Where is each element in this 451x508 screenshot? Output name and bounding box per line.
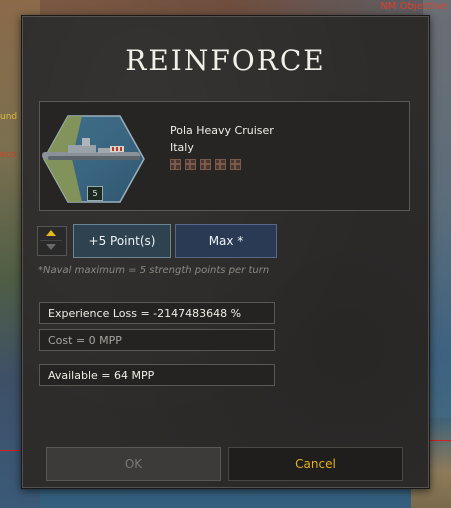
dialog-title: REINFORCE	[125, 44, 326, 77]
front-line	[428, 440, 451, 441]
experience-pips	[170, 159, 241, 170]
experience-pip-icon	[185, 159, 196, 170]
front-line	[0, 450, 22, 451]
experience-pip-icon	[170, 159, 181, 170]
points-stepper[interactable]	[37, 226, 67, 256]
reinforce-dialog: REINFORCE 5 Pola Heavy Cruiser Italy +5 …	[21, 15, 430, 489]
cancel-button[interactable]: Cancel	[228, 447, 403, 481]
available-field: Available = 64 MPP	[39, 364, 275, 386]
arrow-up-icon[interactable]	[46, 230, 56, 236]
experience-pip-icon	[230, 159, 241, 170]
strength-badge: 5	[87, 186, 103, 201]
points-button[interactable]: +5 Point(s)	[73, 224, 171, 258]
map-label-fragment: und	[0, 112, 18, 122]
unit-name: Pola Heavy Cruiser	[170, 124, 274, 137]
ok-button[interactable]: OK	[46, 447, 221, 481]
experience-loss-field: Experience Loss = -2147483648 %	[39, 302, 275, 324]
experience-pip-icon	[215, 159, 226, 170]
max-button[interactable]: Max *	[175, 224, 277, 258]
map-objective-label: NM Objective	[380, 1, 447, 12]
unit-hex: 5	[42, 114, 146, 204]
unit-country: Italy	[170, 141, 194, 154]
experience-pip-icon	[200, 159, 211, 170]
unit-panel: 5 Pola Heavy Cruiser Italy	[39, 101, 410, 211]
naval-max-note: *Naval maximum = 5 strength points per t…	[38, 265, 270, 276]
map-label-fragment: eco	[0, 150, 16, 160]
arrow-down-icon[interactable]	[46, 244, 56, 250]
stepper-divider	[40, 240, 62, 241]
cost-field: Cost = 0 MPP	[39, 329, 275, 351]
